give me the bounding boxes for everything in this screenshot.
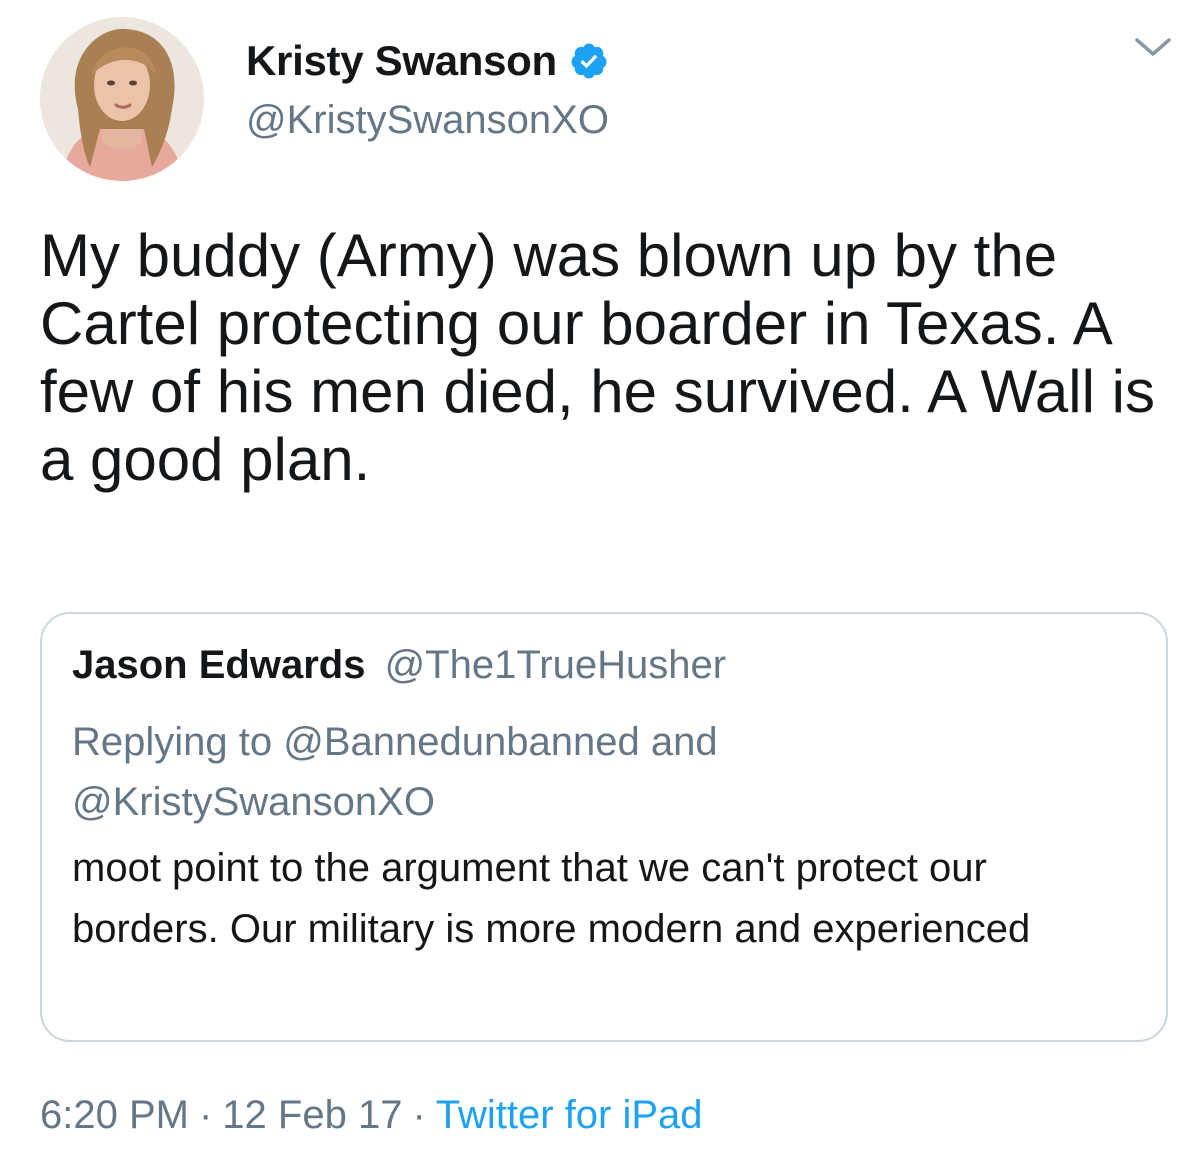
meta-separator: · [198, 1093, 213, 1137]
avatar-portrait [40, 17, 204, 181]
verified-badge-icon [569, 41, 609, 81]
tweet-time[interactable]: 6:20 PM [40, 1093, 189, 1137]
replying-to-line: Replying to @Bannedunbanned and @KristyS… [72, 712, 1132, 832]
chevron-down-icon[interactable] [1133, 32, 1173, 64]
quoted-author-handle: @The1TrueHusher [384, 643, 727, 687]
author-avatar[interactable] [40, 17, 204, 181]
author-handle[interactable]: @KristySwansonXO [246, 98, 609, 143]
author-name-row: Kristy Swanson [246, 33, 609, 89]
meta-separator: · [412, 1093, 426, 1137]
quoted-author-name: Jason Edwards [72, 643, 366, 687]
quoted-tweet-header: Jason Edwards @The1TrueHusher [72, 642, 726, 688]
tweet-date[interactable]: 12 Feb 17 [222, 1093, 402, 1137]
reply-mention-1[interactable]: @Bannedunbanned [283, 720, 639, 764]
tweet-meta: 6:20 PM · 12 Feb 17 · Twitter for iPad [40, 1090, 703, 1140]
reply-mention-2[interactable]: @KristySwansonXO [72, 780, 435, 824]
reply-joiner: and [650, 720, 718, 764]
quoted-tweet[interactable]: Jason Edwards @The1TrueHusher Replying t… [40, 612, 1168, 1042]
tweet-card: Kristy Swanson @KristySwansonXO My buddy… [0, 0, 1200, 1164]
quoted-tweet-text: moot point to the argument that we can't… [72, 846, 1031, 951]
tweet-source-link[interactable]: Twitter for iPad [436, 1093, 703, 1137]
tweet-text: My buddy (Army) was blown up by the Cart… [40, 222, 1172, 493]
author-display-name[interactable]: Kristy Swanson [246, 37, 557, 85]
replying-to-label: Replying to [72, 720, 273, 764]
